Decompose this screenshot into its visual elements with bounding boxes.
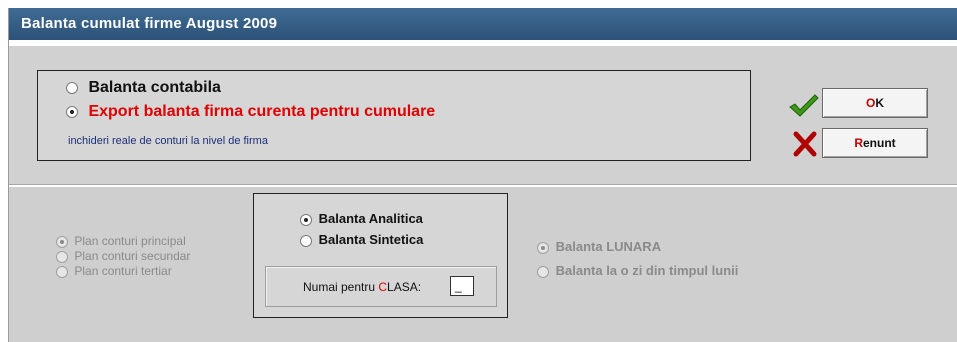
balance-kind-group: Balanta Analitica Balanta Sintetica Numa… xyxy=(253,193,508,318)
clasa-filter-box: Numai pentru CLASA: _ xyxy=(265,266,497,307)
radio-balanta-contabila[interactable] xyxy=(66,81,78,94)
export-hint: inchideri reale de conturi la nivel de f… xyxy=(68,135,268,147)
option-balanta-lunara[interactable]: Balanta LUNARA xyxy=(537,239,661,254)
option-export-balanta-label: Export balanta firma curenta pentru cumu… xyxy=(88,103,436,120)
radio-export-balanta[interactable] xyxy=(66,105,78,118)
checkmark-icon xyxy=(789,94,819,117)
option-balanta-zi[interactable]: Balanta la o zi din timpul lunii xyxy=(537,263,738,278)
option-balanta-analitica[interactable]: Balanta Analitica xyxy=(300,211,423,226)
option-balanta-contabila-label: Balanta contabila xyxy=(88,79,221,96)
option-plan-secundar[interactable]: Plan conturi secundar xyxy=(56,249,190,263)
radio-balanta-lunara[interactable] xyxy=(537,241,549,254)
title-bar: Balanta cumulat firme August 2009 xyxy=(9,8,957,40)
option-plan-tertiar[interactable]: Plan conturi tertiar xyxy=(56,264,172,278)
option-export-balanta[interactable]: Export balanta firma curenta pentru cumu… xyxy=(66,103,435,121)
report-type-group: Balanta contabila Export balanta firma c… xyxy=(37,70,751,161)
radio-plan-principal[interactable] xyxy=(56,235,68,248)
cross-icon xyxy=(793,131,817,157)
clasa-label: Numai pentru CLASA: xyxy=(303,280,422,294)
radio-balanta-zi[interactable] xyxy=(537,265,549,278)
radio-balanta-analitica[interactable] xyxy=(300,213,312,226)
option-balanta-contabila[interactable]: Balanta contabila xyxy=(66,79,221,97)
radio-balanta-sintetica[interactable] xyxy=(300,234,312,247)
option-balanta-sintetica[interactable]: Balanta Sintetica xyxy=(300,232,423,247)
radio-plan-tertiar[interactable] xyxy=(56,265,68,278)
window-title: Balanta cumulat firme August 2009 xyxy=(21,15,278,32)
clasa-input[interactable]: _ xyxy=(450,276,474,296)
radio-plan-secundar[interactable] xyxy=(56,250,68,263)
option-plan-principal[interactable]: Plan conturi principal xyxy=(56,234,186,248)
cancel-button[interactable]: Renunt xyxy=(822,128,928,158)
ok-button[interactable]: OK xyxy=(822,88,928,118)
